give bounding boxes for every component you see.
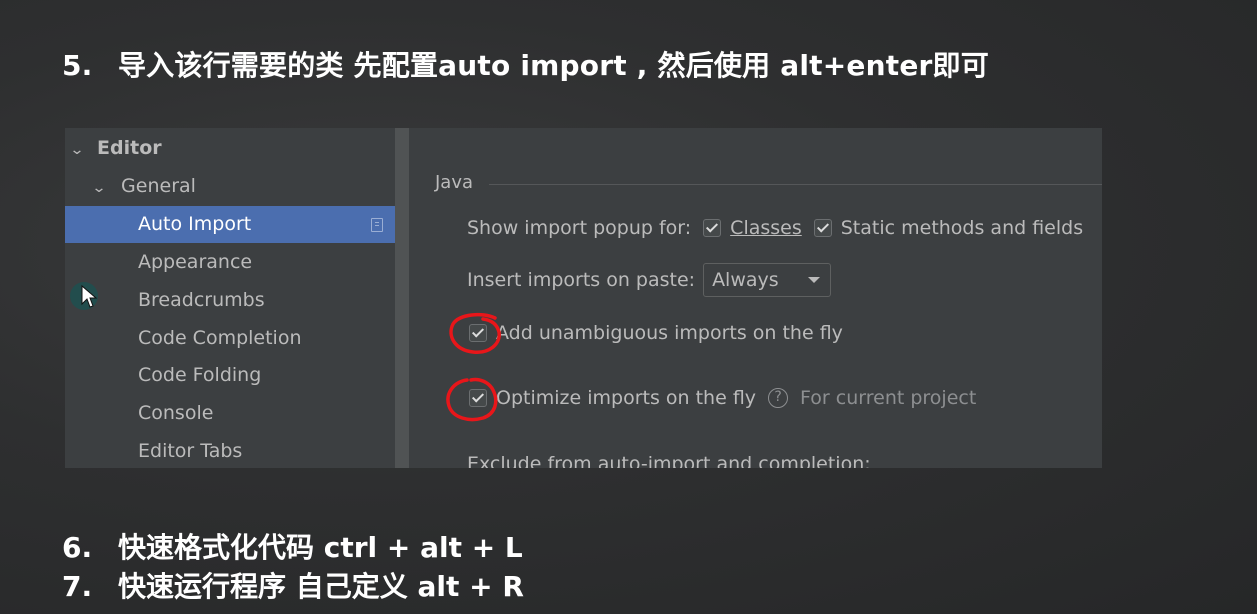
panel-splitter[interactable] [395,128,409,468]
tree-item-editor[interactable]: ⌄ Editor [65,130,409,167]
optimize-imports-checkbox[interactable] [469,389,487,407]
tree-item-general[interactable]: ⌄ General [65,168,409,205]
tree-item-label: Console [138,402,214,424]
tip-text: 快速运行程序 自己定义 alt + R [118,570,524,603]
section-title-java: Java [435,172,474,193]
tree-item-label: Breadcrumbs [138,289,265,311]
add-unambiguous-label[interactable]: Add unambiguous imports on the fly [496,322,843,344]
tree-item-code-completion[interactable]: Code Completion [65,320,409,357]
heading-number: 5. [62,49,93,82]
optimize-imports-label[interactable]: Optimize imports on the fly [496,387,756,409]
static-methods-label[interactable]: Static methods and fields [841,217,1083,239]
mouse-cursor-icon [81,284,98,308]
tree-item-label: General [121,175,196,197]
tree-item-auto-import[interactable]: Auto Import [65,206,409,243]
settings-tree: ⌄ Editor ⌄ General Auto Import Appearanc… [65,128,409,468]
show-import-popup-row: Show import popup for: Classes Static me… [467,217,1083,239]
add-unambiguous-checkbox[interactable] [469,324,487,342]
exclude-label-row: Exclude from auto-import and completion: [467,453,871,468]
tree-item-label: Editor Tabs [138,440,243,462]
optimize-hint: For current project [800,387,977,409]
tip-text: 快速格式化代码 ctrl + alt + L [118,531,523,564]
static-methods-checkbox[interactable] [813,219,832,237]
auto-import-settings: Java Show import popup for: Classes Stat… [409,128,1102,468]
insert-imports-row: Insert imports on paste: Always [467,263,832,297]
insert-imports-select[interactable]: Always [703,263,832,297]
tree-item-label: Editor [97,137,162,159]
chevron-down-icon[interactable]: ⌄ [89,170,110,207]
tree-item-label: Code Folding [138,364,262,386]
show-import-popup-label: Show import popup for: [467,217,692,239]
heading-text: 导入该行需要的类 先配置auto import , 然后使用 alt+enter… [118,49,989,82]
classes-label[interactable]: Classes [730,217,802,239]
tree-item-editor-tabs[interactable]: Editor Tabs [65,433,409,468]
insert-imports-value: Always [712,269,779,291]
chevron-down-icon [808,277,821,283]
exclude-label: Exclude from auto-import and completion: [467,453,871,468]
tip-run-program: 7. 快速运行程序 自己定义 alt + R [62,565,524,605]
tip-number: 6. [62,531,93,564]
tree-item-code-folding[interactable]: Code Folding [65,357,409,394]
help-icon[interactable]: ? [768,388,789,408]
tree-item-label: Auto Import [138,213,252,235]
tip-format-code: 6. 快速格式化代码 ctrl + alt + L [62,526,523,566]
add-unambiguous-row: Add unambiguous imports on the fly [469,322,843,344]
tree-item-appearance[interactable]: Appearance [65,244,409,281]
copy-icon [371,218,383,232]
tree-item-label: Appearance [138,251,253,273]
slide-heading: 5. 导入该行需要的类 先配置auto import , 然后使用 alt+ent… [62,44,989,84]
settings-dialog: ⌄ Editor ⌄ General Auto Import Appearanc… [65,128,1102,468]
optimize-imports-row: Optimize imports on the fly ? For curren… [469,387,976,409]
section-divider [489,184,1102,185]
chevron-down-icon[interactable]: ⌄ [67,132,88,169]
tree-item-breadcrumbs[interactable]: Breadcrumbs [65,282,409,319]
tree-item-label: Code Completion [138,327,302,349]
tip-number: 7. [62,570,93,603]
insert-imports-label: Insert imports on paste: [467,269,696,291]
classes-checkbox[interactable] [703,219,722,237]
tree-item-console[interactable]: Console [65,395,409,432]
